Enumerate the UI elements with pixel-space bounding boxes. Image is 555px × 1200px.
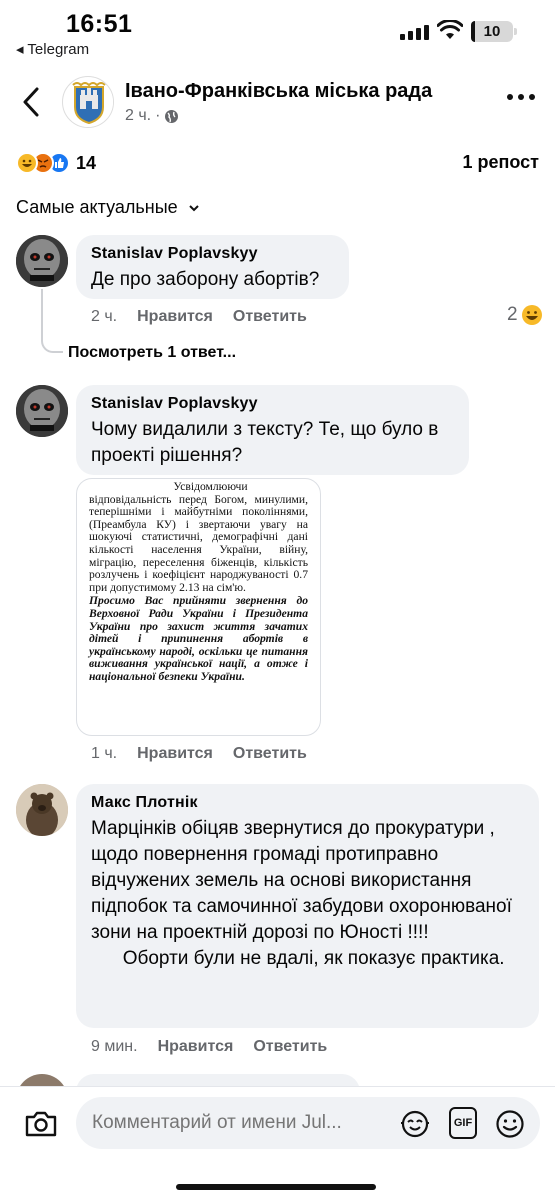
haha-reaction-icon xyxy=(521,305,542,325)
battery-fill xyxy=(471,21,476,42)
commenter-avatar[interactable] xyxy=(16,235,68,287)
page-avatar[interactable] xyxy=(62,76,114,128)
wifi-icon xyxy=(437,20,463,39)
commenter-avatar[interactable] xyxy=(16,784,68,836)
post-age: 2 ч. xyxy=(125,107,152,124)
bear-avatar-icon xyxy=(16,784,68,836)
reaction-count: 14 xyxy=(76,152,97,173)
comment-text: Чому видалили з тексту? Те, що було в пр… xyxy=(91,419,444,466)
home-indicator xyxy=(176,1184,376,1190)
more-options-icon[interactable] xyxy=(507,94,535,102)
page-name[interactable]: Івано-Франківська міська рада xyxy=(125,80,432,103)
city-coat-of-arms-icon xyxy=(64,78,113,127)
haha-reaction-icon xyxy=(16,152,38,174)
back-to-telegram-link[interactable]: ◂ Telegram xyxy=(16,40,89,58)
battery-indicator: 10 xyxy=(471,21,517,42)
gif-button[interactable]: GIF xyxy=(449,1107,477,1139)
back-arrow-icon[interactable] xyxy=(16,84,46,120)
document-line: Усвідомлюючи xyxy=(173,480,248,493)
comment-actions: 1 ч. Нравится Ответить xyxy=(91,745,307,763)
like-button[interactable]: Нравится xyxy=(137,308,213,326)
like-button[interactable]: Нравится xyxy=(158,1038,234,1056)
skull-mask-avatar-icon xyxy=(16,235,68,287)
skull-mask-avatar-icon xyxy=(16,385,68,437)
battery-percent: 10 xyxy=(483,23,501,40)
globe-icon xyxy=(165,109,179,123)
comment-sort-dropdown[interactable]: Самые актуальные xyxy=(16,197,200,218)
comment-author[interactable]: Макс Плотнік xyxy=(91,794,524,812)
comment-author[interactable]: Stanislav Poplavskyy xyxy=(91,395,454,413)
chevron-down-icon xyxy=(188,204,199,211)
comment-composer: GIF xyxy=(0,1086,555,1200)
cellular-signal-icon xyxy=(400,24,430,40)
avatar-sticker-icon[interactable] xyxy=(400,1109,430,1139)
comment-image-attachment[interactable]: Усвідомлюючи відповідальність перед Бого… xyxy=(76,478,321,736)
status-bar: 16:51 ◂ Telegram 10 xyxy=(0,0,555,62)
like-button[interactable]: Нравится xyxy=(137,745,213,763)
gif-label: GIF xyxy=(453,1117,473,1129)
comment-bubble[interactable]: Stanislav Poplavskyy Де про заборону або… xyxy=(76,235,349,299)
post-header: Івано-Франківська міська рада 2 ч. · xyxy=(0,70,555,134)
meta-separator: · xyxy=(155,107,161,124)
sort-label: Самые актуальные xyxy=(16,197,178,217)
post-meta: 2 ч. · xyxy=(125,107,179,125)
reply-button[interactable]: Ответить xyxy=(253,1038,327,1056)
comment-time: 9 мин. xyxy=(91,1038,138,1055)
reply-button[interactable]: Ответить xyxy=(233,745,307,763)
reply-thread-line xyxy=(41,289,63,353)
emoji-icon[interactable] xyxy=(495,1109,525,1139)
comment-bubble[interactable]: Stanislav Poplavskyy Чому видалили з тек… xyxy=(76,385,469,475)
comment-actions: 9 мин. Нравится Ответить xyxy=(91,1038,327,1056)
reactions-summary[interactable]: 14 xyxy=(16,150,96,176)
document-paragraph: відповідальність перед Богом, минулими, … xyxy=(89,492,308,594)
comment-time: 2 ч. xyxy=(91,308,118,325)
view-replies-link[interactable]: Посмотреть 1 ответ... xyxy=(68,344,236,362)
comment-reaction-number: 2 xyxy=(507,304,518,325)
comment-text: Марцінків обіцяв звернутися до прокурату… xyxy=(91,818,512,969)
comment-author[interactable]: Stanislav Poplavskyy xyxy=(91,245,334,263)
comment-reaction-count[interactable]: 2 xyxy=(507,304,543,326)
commenter-avatar[interactable] xyxy=(16,385,68,437)
comment-bubble[interactable]: Макс Плотнік Марцінків обіцяв звернутися… xyxy=(76,784,539,1028)
comment-actions: 2 ч. Нравится Ответить xyxy=(91,308,307,326)
repost-count[interactable]: 1 репост xyxy=(463,152,539,173)
status-time: 16:51 xyxy=(66,10,133,38)
reply-button[interactable]: Ответить xyxy=(233,308,307,326)
battery-tip xyxy=(514,28,517,35)
camera-icon[interactable] xyxy=(24,1109,58,1139)
comment-time: 1 ч. xyxy=(91,745,118,762)
comment-text: Де про заборону абортів? xyxy=(91,269,320,290)
document-paragraph-bold: Просимо Вас прийняти звернення до Верхов… xyxy=(89,594,308,683)
